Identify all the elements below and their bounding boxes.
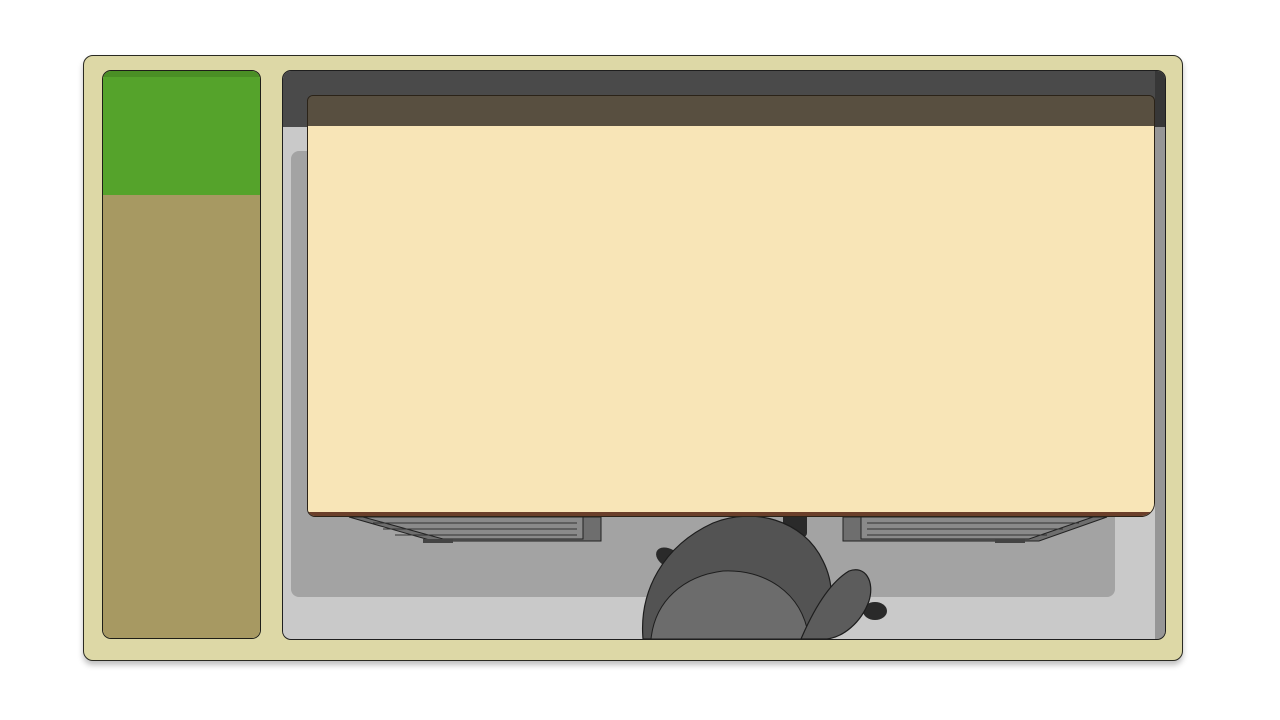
desk-surface[interactable]	[308, 126, 1154, 512]
side-panel-top[interactable]	[103, 71, 260, 195]
left-drawer-unit[interactable]	[348, 516, 602, 543]
side-panel-body	[103, 195, 260, 638]
game-stage	[0, 0, 1280, 720]
side-panel	[102, 70, 261, 639]
room-edge-shadow	[1155, 71, 1165, 639]
right-drawer-unit[interactable]	[842, 516, 1108, 543]
desk-front-edge	[308, 512, 1154, 516]
desk-back-edge	[308, 96, 1154, 126]
office-desk[interactable]	[307, 95, 1155, 517]
